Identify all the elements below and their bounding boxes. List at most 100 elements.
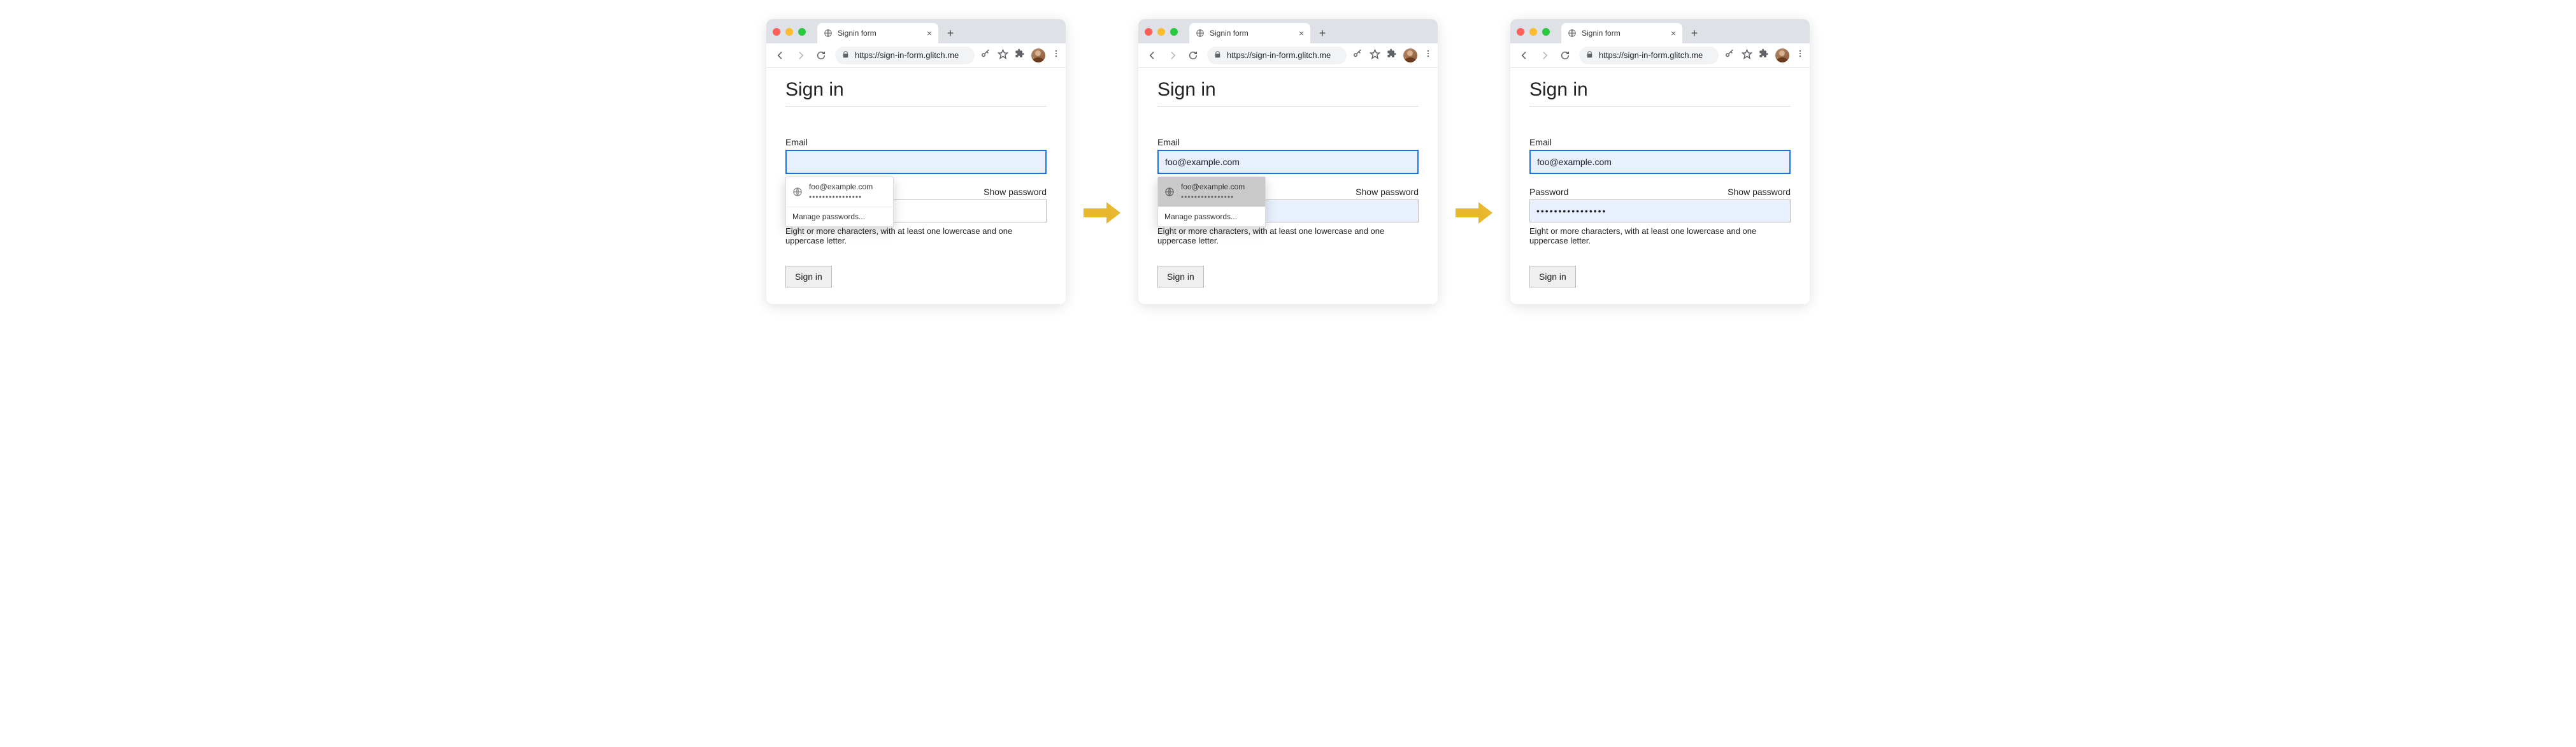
window-controls bbox=[1145, 28, 1178, 36]
reload-button[interactable] bbox=[1184, 47, 1202, 64]
autofill-suggestion[interactable]: foo@example.com •••••••••••••••• bbox=[1158, 177, 1265, 207]
page-content: Sign in Email foo@example.com ••••••••••… bbox=[1138, 68, 1438, 304]
new-tab-button[interactable]: + bbox=[942, 25, 959, 41]
key-icon[interactable] bbox=[1352, 48, 1363, 62]
maximize-window-button[interactable] bbox=[1542, 28, 1550, 36]
browser-tab[interactable]: Signin form × bbox=[1189, 23, 1310, 43]
star-icon[interactable] bbox=[998, 48, 1008, 62]
address-bar[interactable]: https://sign-in-form.glitch.me bbox=[835, 47, 975, 64]
tab-strip: Signin form × + bbox=[766, 19, 1066, 43]
password-input[interactable] bbox=[1529, 199, 1791, 222]
close-window-button[interactable] bbox=[773, 28, 780, 36]
minimize-window-button[interactable] bbox=[785, 28, 793, 36]
maximize-window-button[interactable] bbox=[1170, 28, 1178, 36]
globe-icon bbox=[824, 29, 833, 38]
key-icon[interactable] bbox=[1724, 48, 1735, 62]
autofill-password-mask: •••••••••••••••• bbox=[809, 192, 873, 201]
maximize-window-button[interactable] bbox=[798, 28, 806, 36]
reload-button[interactable] bbox=[1556, 47, 1574, 64]
profile-avatar[interactable] bbox=[1031, 48, 1045, 62]
email-label: Email bbox=[1157, 137, 1419, 147]
close-tab-icon[interactable]: × bbox=[1671, 28, 1676, 38]
extensions-icon[interactable] bbox=[1759, 48, 1769, 62]
email-input[interactable] bbox=[1157, 150, 1419, 174]
globe-icon bbox=[792, 187, 803, 197]
lock-icon bbox=[1213, 50, 1222, 61]
globe-icon bbox=[1164, 187, 1175, 197]
autofill-username: foo@example.com bbox=[809, 182, 873, 191]
address-bar[interactable]: https://sign-in-form.glitch.me bbox=[1579, 47, 1719, 64]
password-label: Password bbox=[1529, 187, 1568, 197]
close-tab-icon[interactable]: × bbox=[1299, 28, 1304, 38]
star-icon[interactable] bbox=[1370, 48, 1380, 62]
minimize-window-button[interactable] bbox=[1529, 28, 1537, 36]
sign-in-button[interactable]: Sign in bbox=[785, 266, 832, 287]
browser-window-2: Signin form × + https://sign-in-form.gli… bbox=[1138, 19, 1438, 304]
globe-icon bbox=[1196, 29, 1205, 38]
lock-icon bbox=[1585, 50, 1594, 61]
browser-toolbar: https://sign-in-form.glitch.me bbox=[766, 43, 1066, 68]
new-tab-button[interactable]: + bbox=[1686, 25, 1703, 41]
globe-icon bbox=[1568, 29, 1577, 38]
reload-button[interactable] bbox=[812, 47, 830, 64]
show-password-toggle[interactable]: Show password bbox=[1356, 187, 1419, 197]
profile-avatar[interactable] bbox=[1403, 48, 1417, 62]
email-label: Email bbox=[1529, 137, 1791, 147]
autofill-dropdown: foo@example.com •••••••••••••••• Manage … bbox=[785, 177, 894, 227]
browser-window-3: Signin form × + https://sign-in-form.gli… bbox=[1510, 19, 1810, 304]
window-controls bbox=[1517, 28, 1550, 36]
browser-window-1: Signin form × + https://sign-in-form.gli… bbox=[766, 19, 1066, 304]
show-password-toggle[interactable]: Show password bbox=[1728, 187, 1791, 197]
autofill-username: foo@example.com bbox=[1181, 182, 1245, 191]
autofill-suggestion[interactable]: foo@example.com •••••••••••••••• bbox=[786, 177, 893, 207]
back-button[interactable] bbox=[1515, 47, 1533, 64]
star-icon[interactable] bbox=[1742, 48, 1752, 62]
browser-toolbar: https://sign-in-form.glitch.me bbox=[1138, 43, 1438, 68]
password-hint: Eight or more characters, with at least … bbox=[785, 226, 1047, 245]
new-tab-button[interactable]: + bbox=[1314, 25, 1331, 41]
tab-title: Signin form bbox=[1582, 29, 1666, 38]
manage-passwords-link[interactable]: Manage passwords... bbox=[786, 207, 893, 226]
close-tab-icon[interactable]: × bbox=[927, 28, 932, 38]
forward-button[interactable] bbox=[1536, 47, 1554, 64]
tab-title: Signin form bbox=[838, 29, 922, 38]
password-hint: Eight or more characters, with at least … bbox=[1157, 226, 1419, 245]
browser-tab[interactable]: Signin form × bbox=[1561, 23, 1682, 43]
browser-tab[interactable]: Signin form × bbox=[817, 23, 938, 43]
sign-in-button[interactable]: Sign in bbox=[1157, 266, 1204, 287]
tab-title: Signin form bbox=[1210, 29, 1294, 38]
back-button[interactable] bbox=[771, 47, 789, 64]
profile-avatar[interactable] bbox=[1775, 48, 1789, 62]
sign-in-button[interactable]: Sign in bbox=[1529, 266, 1576, 287]
tab-strip: Signin form × + bbox=[1138, 19, 1438, 43]
close-window-button[interactable] bbox=[1517, 28, 1524, 36]
forward-button[interactable] bbox=[792, 47, 810, 64]
lock-icon bbox=[841, 50, 850, 61]
menu-icon[interactable] bbox=[1052, 49, 1061, 61]
minimize-window-button[interactable] bbox=[1157, 28, 1165, 36]
close-window-button[interactable] bbox=[1145, 28, 1152, 36]
page-heading: Sign in bbox=[785, 79, 1047, 101]
email-input[interactable] bbox=[1529, 150, 1791, 174]
email-input[interactable] bbox=[785, 150, 1047, 174]
toolbar-right bbox=[980, 48, 1061, 62]
page-content: Sign in Email foo@example.com ••••••••••… bbox=[766, 68, 1066, 304]
autofill-dropdown: foo@example.com •••••••••••••••• Manage … bbox=[1157, 177, 1266, 227]
page-heading: Sign in bbox=[1157, 79, 1419, 101]
menu-icon[interactable] bbox=[1796, 49, 1805, 61]
back-button[interactable] bbox=[1143, 47, 1161, 64]
url-text: https://sign-in-form.glitch.me bbox=[855, 50, 959, 60]
key-icon[interactable] bbox=[980, 48, 991, 62]
extensions-icon[interactable] bbox=[1387, 48, 1397, 62]
menu-icon[interactable] bbox=[1424, 49, 1433, 61]
page-heading: Sign in bbox=[1529, 79, 1791, 101]
extensions-icon[interactable] bbox=[1015, 48, 1025, 62]
forward-button[interactable] bbox=[1164, 47, 1182, 64]
autofill-password-mask: •••••••••••••••• bbox=[1181, 192, 1245, 201]
url-text: https://sign-in-form.glitch.me bbox=[1599, 50, 1703, 60]
arrow-icon bbox=[1456, 201, 1492, 225]
address-bar[interactable]: https://sign-in-form.glitch.me bbox=[1207, 47, 1347, 64]
browser-toolbar: https://sign-in-form.glitch.me bbox=[1510, 43, 1810, 68]
manage-passwords-link[interactable]: Manage passwords... bbox=[1158, 207, 1265, 226]
show-password-toggle[interactable]: Show password bbox=[984, 187, 1047, 197]
